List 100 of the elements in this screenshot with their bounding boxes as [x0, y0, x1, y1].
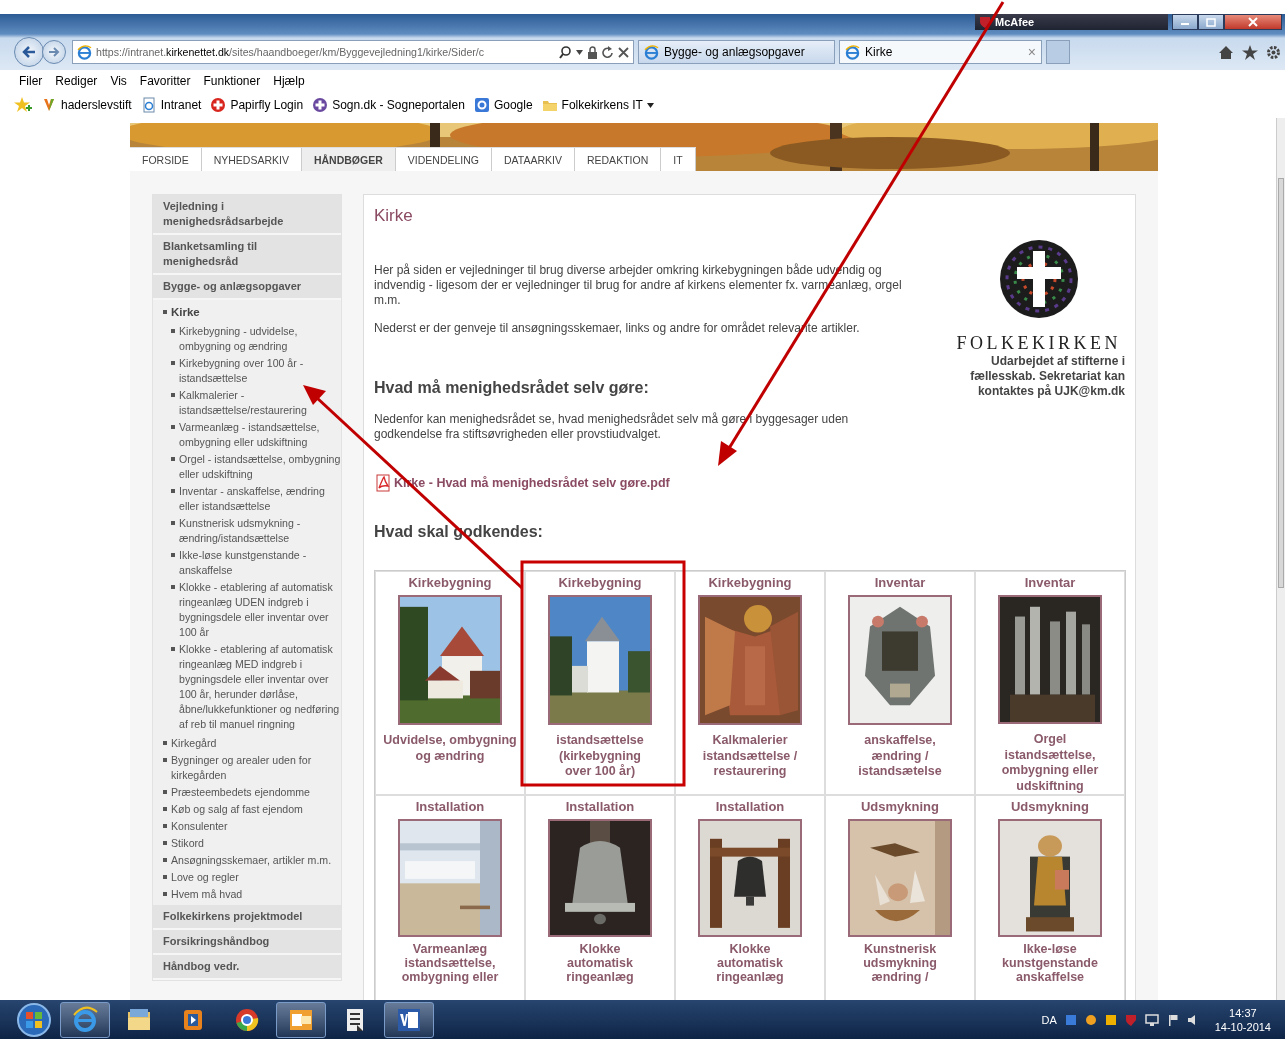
browser-tab[interactable]: Kirke ×	[839, 40, 1042, 64]
sidebar-item[interactable]: Klokke - etablering af automatisk ringeanlæg MED indgreb i bygningsdele eller inventar over 100 år, herunder dørlåse, åbne/lukkefunktioner og nedføring af reb til manuel ringning	[179, 642, 341, 732]
sidebar-item[interactable]: Kirkebygning - udvidelse, ombygning og ændring	[179, 324, 341, 354]
favorite-link[interactable]: Google	[493, 98, 533, 112]
square-icon[interactable]	[1104, 1013, 1117, 1026]
language-indicator[interactable]: DA	[1041, 1013, 1057, 1026]
card-category[interactable]: Kirkebygning	[708, 575, 792, 591]
back-button[interactable]	[14, 37, 44, 67]
stop-icon[interactable]	[618, 46, 629, 58]
menu-item[interactable]: Rediger	[55, 74, 98, 88]
bullet-icon	[171, 489, 175, 493]
favorite-link[interactable]: Papirfly Login	[230, 98, 304, 112]
contact-note: Udarbejdet af stifterne i fællesskab. Sekretariat kan kontaktes på UJK@km.dk	[969, 354, 1125, 399]
sidebar-heading[interactable]: Bygge- og anlægsopgaver	[153, 275, 341, 300]
card-caption[interactable]: Udvidelse, ombygning og ændring	[383, 733, 517, 764]
taskbar-button[interactable]	[60, 1001, 110, 1038]
sidebar-item[interactable]: Kirke	[171, 305, 200, 320]
card-category[interactable]: Installation	[565, 799, 635, 815]
security-badge[interactable]: McAfee	[975, 14, 1168, 30]
sidebar-item[interactable]: Ansøgningsskemaer, artikler m.m.	[171, 853, 332, 868]
favorite-link[interactable]: Intranet	[160, 98, 202, 112]
scrollbar[interactable]	[1276, 118, 1285, 1000]
card-caption[interactable]: Varmeanlæg istandsættelse, ombygning eller	[401, 942, 499, 984]
card-category[interactable]: Inventar	[874, 575, 926, 591]
refresh-icon[interactable]	[602, 45, 614, 59]
sidebar-heading[interactable]: Folkekirkens projektmodel	[153, 905, 341, 930]
card-category[interactable]: Kirkebygning	[558, 575, 642, 591]
sidebar-item[interactable]: Præsteembedets ejendomme	[171, 785, 310, 800]
sidebar-item[interactable]: Køb og salg af fast ejendom	[171, 802, 303, 817]
bullet-icon	[163, 892, 167, 896]
logo-text: FOLKEKIRKEN	[956, 333, 1121, 354]
arrow-right-icon	[48, 46, 60, 58]
minimize-button[interactable]	[1172, 14, 1198, 30]
address-field[interactable]: https://intranet.kirkenettet.dk/sites/haandboeger/km/Byggevejledning1/kirke/Sider/c	[72, 40, 634, 64]
sidebar-item[interactable]: Orgel - istandsættelse, ombygning eller udskiftning	[179, 452, 341, 482]
pdf-icon	[374, 474, 392, 492]
card-caption[interactable]: Kunstnerisk udsmykning ændring /	[863, 942, 937, 984]
browser-tab[interactable]: Bygge- og anlægsopgaver	[638, 40, 835, 64]
card-category[interactable]: Installation	[415, 799, 485, 815]
close-button[interactable]	[1224, 14, 1282, 30]
sidebar-item[interactable]: Ikke-løse kunstgenstande - anskaffelse	[179, 548, 341, 578]
star-icon[interactable]	[1242, 44, 1258, 60]
taskbar-button[interactable]	[276, 1001, 326, 1038]
caret-icon[interactable]	[646, 102, 654, 108]
card-caption[interactable]: Kalkmalerier istandsættelse / restaurering	[702, 733, 798, 780]
circle-icon[interactable]	[1084, 1013, 1097, 1026]
home-icon[interactable]	[1218, 44, 1234, 60]
card-caption[interactable]: Klokke automatisk ringeanlæg	[716, 942, 784, 984]
card-caption[interactable]: Klokke automatisk ringeanlæg	[566, 942, 634, 984]
card-category[interactable]: Kirkebygning	[408, 575, 492, 591]
clock-date[interactable]: 14-10-2014	[1214, 1019, 1271, 1034]
search-icon[interactable]	[559, 45, 572, 59]
card-caption[interactable]: istandsættelse (kirkebygning over 100 år)	[556, 733, 644, 780]
menu-item[interactable]: Hjælp	[273, 74, 305, 88]
nav-tab[interactable]: HÅNDBØGER	[301, 148, 396, 171]
favorite-link[interactable]: Sogn.dk - Sogneportalen	[332, 98, 465, 112]
card-caption[interactable]: anskaffelse, ændring / istandsætelse	[858, 733, 942, 780]
maximize-button[interactable]	[1198, 14, 1224, 30]
sidebar-heading[interactable]: Forsikringshåndbog	[153, 930, 341, 955]
sidebar-item[interactable]: Stikord	[171, 836, 204, 851]
sidebar-item[interactable]: Kunstnerisk udsmykning - ændring/istandsættelse	[179, 516, 341, 546]
sidebar-heading[interactable]: Håndbog vedr.	[153, 955, 341, 980]
sidebar-item[interactable]: Inventar - anskaffelse, ændring eller istandsættelse	[179, 484, 341, 514]
card-caption[interactable]: Orgel istandsættelse, ombygning eller udskiftning	[1001, 732, 1099, 794]
monitor-icon[interactable]	[1144, 1013, 1159, 1026]
sidebar-item[interactable]: Klokke - etablering af automatisk ringeanlæg UDEN indgreb i bygningsdele eller inventar over 100 år	[179, 580, 341, 640]
sidebar-item[interactable]: Kalkmalerier - istandsættelse/restaurering	[179, 388, 341, 418]
sidebar-heading[interactable]: Vejledning i menighedsrådsarbejde	[153, 195, 341, 235]
sidebar-item[interactable]: Varmeanlæg - istandsættelse, ombygning eller udskiftning	[179, 420, 341, 450]
favorite-link[interactable]: haderslevstift	[61, 98, 132, 112]
menu-item[interactable]: Vis	[110, 74, 127, 88]
lock-icon[interactable]	[587, 45, 598, 59]
card-category[interactable]: Inventar	[1024, 575, 1076, 591]
menu-item[interactable]: Favoritter	[139, 74, 191, 88]
flag-icon[interactable]	[1166, 1013, 1179, 1026]
menu-item[interactable]: Funktioner	[203, 74, 261, 88]
sidebar-item[interactable]: Konsulenter	[171, 819, 228, 834]
bullet-icon	[171, 361, 175, 365]
card-category[interactable]: Udsmykning	[1011, 799, 1089, 815]
speaker-icon[interactable]	[1186, 1013, 1197, 1026]
sidebar-heading[interactable]: Blanketsamling til menighedsråd	[153, 235, 341, 275]
settings-icon[interactable]	[1266, 44, 1281, 60]
clock-time[interactable]: 14:37	[1229, 1005, 1257, 1020]
card-category[interactable]: Installation	[715, 799, 785, 815]
sidebar-item[interactable]: Kirkegård	[171, 736, 217, 751]
sidebar-item[interactable]: Bygninger og arealer uden for kirkegården	[171, 753, 341, 783]
sidebar-item[interactable]: Kirkebygning over 100 år - istandsættelse	[179, 356, 341, 386]
caret-icon[interactable]	[576, 49, 583, 55]
taskbar-button[interactable]	[384, 1001, 434, 1038]
sidebar-item[interactable]: Love og regler	[171, 870, 239, 885]
forward-button[interactable]	[42, 40, 66, 64]
favorite-link[interactable]: Folkekirkens IT	[561, 98, 643, 112]
card-caption[interactable]: Ikke-løse kunstgenstande anskaffelse	[1002, 942, 1098, 984]
sidebar-item[interactable]: Hvem må hvad	[171, 887, 243, 902]
plus-icon	[210, 97, 227, 113]
close-tab-button[interactable]: ×	[1027, 44, 1036, 60]
menu-item[interactable]: Filer	[19, 74, 43, 88]
card-category[interactable]: Udsmykning	[861, 799, 939, 815]
star-icon[interactable]	[14, 97, 32, 113]
network-icon[interactable]	[1064, 1013, 1077, 1026]
